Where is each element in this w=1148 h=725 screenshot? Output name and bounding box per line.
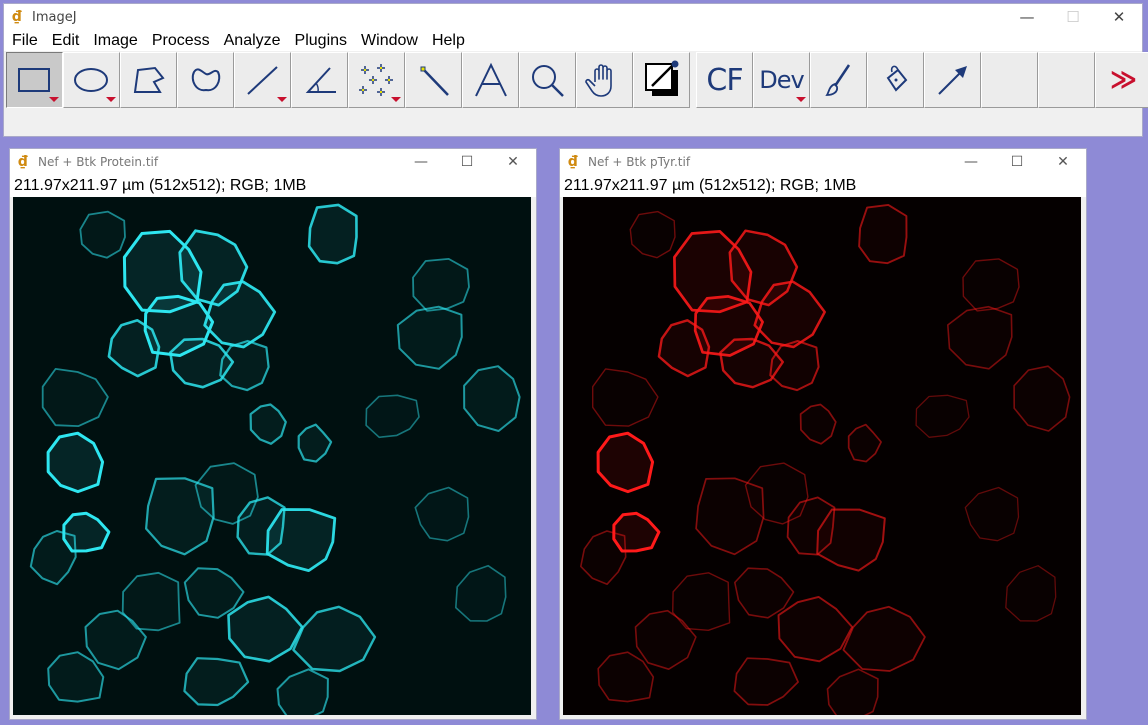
angle-tool-button[interactable] (291, 52, 348, 108)
dev-tool-button[interactable]: Dev (753, 52, 810, 108)
image-window-controls: — ☐ ✕ (948, 149, 1086, 175)
menu-help[interactable]: Help (425, 30, 472, 51)
imagej-microscope-icon: ₫ (12, 9, 22, 25)
image-canvas[interactable] (13, 197, 531, 715)
image-titlebar[interactable]: ₫ Nef + Btk Protein.tif — ☐ ✕ (10, 149, 536, 175)
image-canvas[interactable] (563, 197, 1081, 715)
menu-process[interactable]: Process (145, 30, 217, 51)
image-info: 211.97x211.97 µm (512x512); RGB; 1MB (560, 175, 1086, 197)
magnifier-tool-button[interactable] (519, 52, 576, 108)
menu-file[interactable]: File (5, 30, 45, 51)
image-window-controls: — ☐ ✕ (398, 149, 536, 175)
imagej-microscope-icon: ₫ (18, 154, 28, 170)
menu-plugins[interactable]: Plugins (288, 30, 354, 51)
toolbar: CF Dev ≫ (6, 52, 1148, 108)
minimize-button[interactable]: — (1004, 4, 1050, 30)
menu-edit[interactable]: Edit (45, 30, 87, 51)
minimize-button[interactable]: — (948, 149, 994, 175)
brush-tool-button[interactable] (810, 52, 867, 108)
freehand-tool-button[interactable] (177, 52, 234, 108)
close-button[interactable]: ✕ (1096, 4, 1142, 30)
color-picker-icon (644, 60, 678, 96)
text-tool-button[interactable] (462, 52, 519, 108)
magic-wand-icon (420, 66, 449, 96)
color-picker-tool-button[interactable] (633, 52, 690, 108)
main-titlebar[interactable]: ₫ ImageJ — ☐ ✕ (4, 4, 1142, 30)
cell-outline (412, 258, 470, 312)
main-window-controls: — ☐ ✕ (1004, 4, 1142, 30)
line-tool-button[interactable] (234, 52, 291, 108)
imagej-microscope-icon: ₫ (568, 154, 578, 170)
maximize-button[interactable]: ☐ (994, 149, 1040, 175)
dropdown-triangle-icon (106, 97, 116, 102)
image-window-protein[interactable]: ₫ Nef + Btk Protein.tif — ☐ ✕ 211.97x211… (9, 148, 537, 720)
arrow-icon (937, 66, 967, 95)
cell-outline (858, 203, 908, 265)
empty-tool-slot (981, 52, 1038, 108)
microscopy-image-red (563, 197, 1081, 715)
maximize-button: ☐ (1066, 8, 1080, 26)
paintbrush-icon (824, 64, 850, 96)
angle-icon (305, 67, 336, 93)
image-title: Nef + Btk pTyr.tif (588, 155, 691, 169)
menu-bar: File Edit Image Process Analyze Plugins … (4, 30, 1142, 51)
dropdown-triangle-icon (391, 97, 401, 102)
maximize-button[interactable]: ☐ (444, 149, 490, 175)
empty-tool-slot (1038, 52, 1095, 108)
dev-label: Dev (759, 66, 804, 94)
menu-image[interactable]: Image (86, 30, 144, 51)
rectangle-icon (17, 68, 50, 92)
minimize-button[interactable]: — (398, 149, 444, 175)
dropdown-triangle-icon (277, 97, 287, 102)
close-button[interactable]: ✕ (1040, 149, 1086, 175)
polygon-tool-button[interactable] (120, 52, 177, 108)
hand-tool-button[interactable] (576, 52, 633, 108)
freehand-icon (191, 68, 220, 92)
paint-bucket-icon (886, 65, 907, 92)
cf-tool-button[interactable]: CF (696, 52, 753, 108)
image-titlebar[interactable]: ₫ Nef + Btk pTyr.tif — ☐ ✕ (560, 149, 1086, 175)
hand-icon (584, 64, 612, 97)
main-window-title: ImageJ (32, 9, 77, 25)
oval-icon (73, 68, 108, 92)
wand-tool-button[interactable] (405, 52, 462, 108)
multipoint-icon (358, 64, 393, 96)
cf-label: CF (706, 62, 743, 98)
more-tools-icon: ≫ (1109, 65, 1138, 95)
imagej-main-window: ₫ ImageJ — ☐ ✕ File Edit Image Process A… (3, 3, 1148, 137)
menu-window[interactable]: Window (354, 30, 425, 51)
dropdown-triangle-icon (796, 97, 806, 102)
microscopy-image-cyan (13, 197, 531, 715)
flood-fill-tool-button[interactable] (867, 52, 924, 108)
cell-outline (307, 203, 358, 265)
close-button[interactable]: ✕ (490, 149, 536, 175)
rectangle-tool-button[interactable] (6, 52, 63, 108)
oval-tool-button[interactable] (63, 52, 120, 108)
multipoint-tool-button[interactable] (348, 52, 405, 108)
image-title: Nef + Btk Protein.tif (38, 155, 159, 169)
image-info: 211.97x211.97 µm (512x512); RGB; 1MB (10, 175, 536, 197)
magnifier-icon (531, 65, 564, 97)
dropdown-triangle-icon (49, 97, 59, 102)
cell-outline (962, 258, 1020, 312)
text-icon (474, 62, 507, 97)
line-icon (246, 66, 278, 95)
more-tools-button[interactable]: ≫ (1095, 52, 1148, 108)
polygon-icon (133, 66, 165, 93)
menu-analyze[interactable]: Analyze (217, 30, 288, 51)
image-window-ptyr[interactable]: ₫ Nef + Btk pTyr.tif — ☐ ✕ 211.97x211.97… (559, 148, 1087, 720)
arrow-tool-button[interactable] (924, 52, 981, 108)
